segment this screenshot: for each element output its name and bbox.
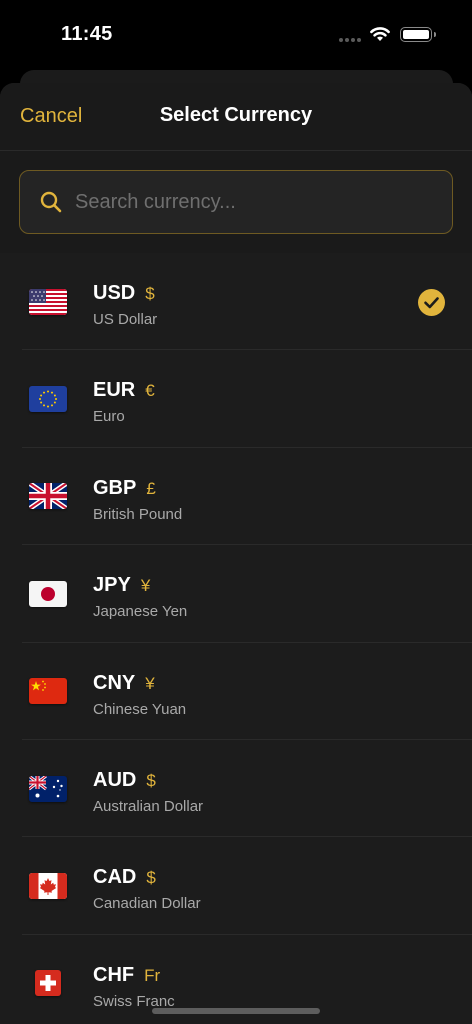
status-bar: 11:45 (0, 0, 472, 70)
currency-code: CAD (93, 866, 137, 889)
currency-name: Australian Dollar (93, 797, 204, 815)
currency-row-eur[interactable]: EUR € Euro (0, 350, 472, 449)
search-area (0, 151, 472, 253)
currency-symbol: € (145, 381, 155, 401)
currency-row-gbp[interactable]: GBP £ British Pound (0, 448, 472, 546)
currency-symbol: Fr (144, 965, 161, 985)
au-flag-icon (29, 775, 67, 802)
home-indicator[interactable] (152, 1008, 320, 1014)
battery-icon (400, 27, 436, 42)
currency-name: US Dollar (93, 311, 158, 328)
currency-symbol: $ (146, 868, 156, 888)
ca-flag-icon (29, 873, 67, 900)
search-icon (40, 191, 62, 213)
currency-row-usd[interactable]: USD $ US Dollar (0, 253, 472, 351)
currency-code: AUD (93, 768, 137, 791)
currency-code: CHF (93, 963, 135, 986)
currency-code: CNY (93, 671, 136, 694)
currency-name: British Pound (93, 505, 183, 523)
eu-flag-icon (29, 386, 67, 413)
currency-name: Euro (93, 408, 125, 426)
status-time: 11:45 (61, 23, 113, 45)
currency-name: Japanese Yen (93, 603, 188, 621)
currency-symbol: $ (145, 284, 155, 303)
currency-symbol: £ (146, 478, 156, 498)
currency-row-jpy[interactable]: JPY ¥ Japanese Yen (0, 545, 472, 643)
currency-name: Chinese Yuan (93, 700, 187, 718)
wifi-icon (370, 27, 390, 41)
currency-code: JPY (93, 574, 131, 597)
gb-flag-icon (29, 483, 67, 510)
currency-code: USD (93, 282, 136, 304)
ch-flag-icon (35, 970, 61, 997)
cellular-signal-icon (339, 38, 361, 42)
cn-flag-icon (29, 678, 67, 705)
currency-code: EUR (93, 379, 136, 402)
currency-list: USD $ US Dollar EUR € Euro GBP £ British… (0, 253, 472, 1024)
nav-bar: Cancel Select Currency (0, 83, 472, 151)
jp-flag-icon (29, 580, 67, 607)
currency-symbol: ¥ (145, 673, 155, 693)
currency-symbol: $ (146, 770, 156, 790)
checkmark-icon (418, 289, 445, 316)
currency-row-cny[interactable]: CNY ¥ Chinese Yuan (0, 643, 472, 741)
currency-code: GBP (93, 476, 137, 499)
page-title: Select Currency (159, 104, 313, 126)
search-input[interactable] (75, 190, 435, 214)
currency-sheet: Cancel Select Currency Search currency..… (0, 83, 472, 1024)
us-flag-icon (29, 288, 67, 315)
currency-name: Canadian Dollar (93, 895, 201, 913)
currency-row-aud[interactable]: AUD $ Australian Dollar (0, 740, 472, 838)
currency-row-cad[interactable]: CAD $ Canadian Dollar (0, 837, 472, 936)
currency-symbol: ¥ (140, 576, 151, 596)
search-box[interactable] (19, 170, 453, 234)
